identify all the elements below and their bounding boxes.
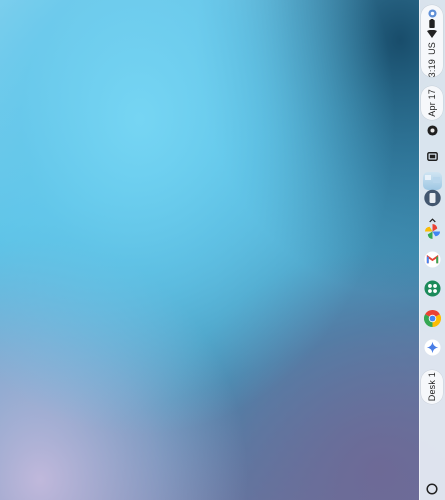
battery-icon [426, 19, 438, 29]
locale-label: US [427, 41, 437, 55]
files-icon[interactable] [424, 189, 441, 207]
calendar-button[interactable]: Apr 17 [421, 86, 443, 120]
chrome-icon[interactable] [423, 309, 442, 327]
date-label: Apr 17 [427, 89, 437, 117]
wifi-icon [426, 30, 438, 39]
overview-button[interactable] [424, 148, 441, 165]
desk-button[interactable]: Desk 1 [421, 370, 443, 404]
status-area[interactable]: US 3:19 [421, 5, 443, 77]
clock-time: 3:19 [427, 58, 437, 77]
screen-record-button[interactable] [424, 123, 441, 140]
notification-icon [426, 9, 438, 18]
holding-space-thumbnail[interactable] [423, 172, 442, 190]
play-store-icon[interactable] [424, 280, 441, 297]
assistant-icon[interactable] [424, 339, 441, 356]
desktop-screen: US 3:19 Apr 17 Desk 1 [0, 0, 445, 500]
launcher-icon [426, 482, 438, 499]
wallpaper [0, 0, 445, 500]
desk-label: Desk 1 [427, 372, 437, 402]
gmail-icon[interactable] [424, 251, 441, 268]
photos-icon[interactable] [424, 223, 441, 240]
overview-icon [427, 148, 438, 166]
launcher-button[interactable] [426, 482, 438, 495]
record-icon [427, 123, 438, 141]
